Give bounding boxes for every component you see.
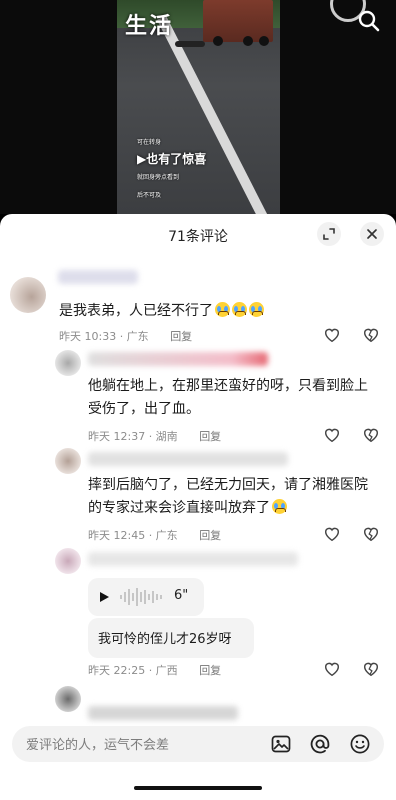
dislike-broken-heart-icon[interactable] [362,426,380,444]
comment-text-bubble: 我可怜的侄儿才26岁呀 [88,618,254,658]
reply-button[interactable]: 回复 [199,430,221,443]
comment-text: 他躺在地上，在那里还蛮好的呀，只看到脸上 受伤了，出了血。 [88,378,368,417]
avatar[interactable] [55,350,81,376]
loudly-crying-emoji-icon [215,302,230,317]
search-icon[interactable] [356,8,382,34]
video-truck-wheel [213,36,223,46]
username-blurred[interactable] [58,270,138,284]
avatar[interactable] [10,277,46,313]
home-indicator[interactable] [134,786,262,790]
video-overlay-line3: 后不可及 [137,192,162,199]
avatar[interactable] [55,548,81,574]
video-person [175,41,205,47]
avatar[interactable] [55,686,81,712]
dislike-broken-heart-icon[interactable] [362,326,380,344]
comment-meta: 昨天 12:45 · 广东 回复 [88,527,221,543]
close-button[interactable] [360,222,384,246]
comment-time-location: 昨天 12:37 · 湖南 [88,430,178,443]
close-icon [367,229,377,239]
avatar[interactable] [55,448,81,474]
image-icon[interactable] [270,733,292,755]
loudly-crying-emoji-icon [249,302,264,317]
comment-meta: 昨天 22:25 · 广西 回复 [88,662,221,678]
video-overlay-line2: 就回身旁点看到 [137,174,180,181]
expand-button[interactable] [317,222,341,246]
username-blurred[interactable] [88,452,288,466]
loudly-crying-emoji-icon [232,302,247,317]
comment-meta: 昨天 10:33 · 广东 回复 [59,328,192,344]
comment-text: 是我表弟，人已经不行了 [59,300,264,323]
mention-at-icon[interactable] [309,733,331,755]
play-icon[interactable] [98,591,110,603]
comment-meta: 昨天 12:37 · 湖南 回复 [88,428,221,444]
video-overlay-main: ▶也有了惊喜 [137,152,207,166]
video-overlay-line1: 可在转身 [137,139,162,146]
like-heart-icon[interactable] [323,326,341,344]
like-heart-icon[interactable] [323,660,341,678]
dislike-broken-heart-icon[interactable] [362,525,380,543]
dislike-broken-heart-icon[interactable] [362,660,380,678]
comment-time-location: 昨天 12:45 · 广东 [88,529,178,542]
expand-icon [323,228,335,240]
comment-input[interactable] [24,734,258,756]
video-truck-wheel [259,36,269,46]
username-blurred[interactable] [88,352,268,366]
reply-button[interactable]: 回复 [199,664,221,677]
loudly-crying-emoji-icon [272,499,287,514]
video-player[interactable]: 生活 可在转身 ▶也有了惊喜 就回身旁点看到 后不可及 [0,0,396,214]
like-heart-icon[interactable] [323,426,341,444]
comment-time-location: 昨天 22:25 · 广西 [88,664,178,677]
emoji-smile-icon[interactable] [349,733,371,755]
username-blurred[interactable] [88,552,298,566]
comment-input-bar [12,726,384,762]
username-blurred[interactable] [88,706,238,720]
comment-text: 摔到后脑勺了，已经无力回天，请了湘雅医院 的专家过来会诊直接叫放弃了 [88,477,368,516]
audio-waveform-icon [120,588,162,606]
voice-message[interactable]: 6" [88,578,204,616]
video-truck-wheel [243,36,253,46]
comment-time-location: 昨天 10:33 · 广东 [59,330,149,343]
like-heart-icon[interactable] [323,525,341,543]
comment-text: 我可怜的侄儿才26岁呀 [98,632,232,647]
reply-button[interactable]: 回复 [170,330,192,343]
voice-duration: 6" [174,588,189,603]
comment-sheet: 71条评论 是我表弟，人已经不行了 昨天 10:33 · 广东 回复 他躺在地上… [0,214,396,800]
reply-button[interactable]: 回复 [199,529,221,542]
video-logo-text: 生活 [125,13,174,39]
